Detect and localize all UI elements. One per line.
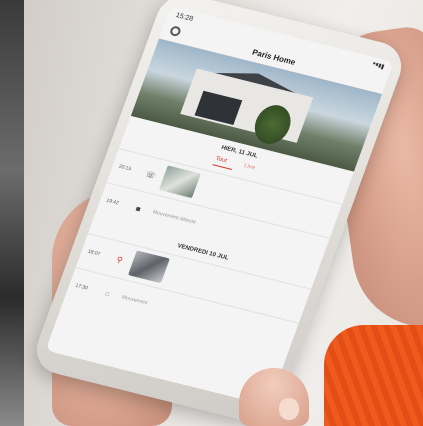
thumbnail-nail bbox=[279, 398, 299, 420]
background-left-strip bbox=[0, 0, 24, 426]
event-time: 18:07 bbox=[86, 248, 101, 258]
camera-icon: ■ bbox=[134, 203, 143, 214]
gear-icon[interactable] bbox=[168, 25, 182, 38]
status-time: 15:28 bbox=[174, 11, 195, 23]
tab-live[interactable]: Live bbox=[243, 163, 256, 171]
event-thumbnail[interactable] bbox=[127, 250, 170, 284]
photo-scene: 15:28 Paris Home HIER, 11 JUL Tout Live … bbox=[0, 0, 423, 426]
tab-all[interactable]: Tout bbox=[215, 156, 228, 164]
thumb bbox=[239, 368, 309, 426]
phone-icon: ☏ bbox=[144, 169, 158, 180]
event-text: Mouvement bbox=[120, 294, 149, 307]
signal-icon bbox=[372, 61, 385, 70]
orange-sleeve bbox=[324, 325, 423, 426]
bell-icon: ◌ bbox=[103, 288, 112, 299]
pin-icon: ⚲ bbox=[115, 254, 125, 265]
photo-frame: 15:28 Paris Home HIER, 11 JUL Tout Live … bbox=[24, 0, 423, 426]
event-time: 20:15 bbox=[117, 163, 132, 173]
event-text: Mouvement détecté bbox=[151, 209, 197, 226]
event-thumbnail[interactable] bbox=[158, 165, 201, 199]
event-time: 19:42 bbox=[105, 197, 120, 207]
event-time: 17:30 bbox=[74, 282, 89, 292]
